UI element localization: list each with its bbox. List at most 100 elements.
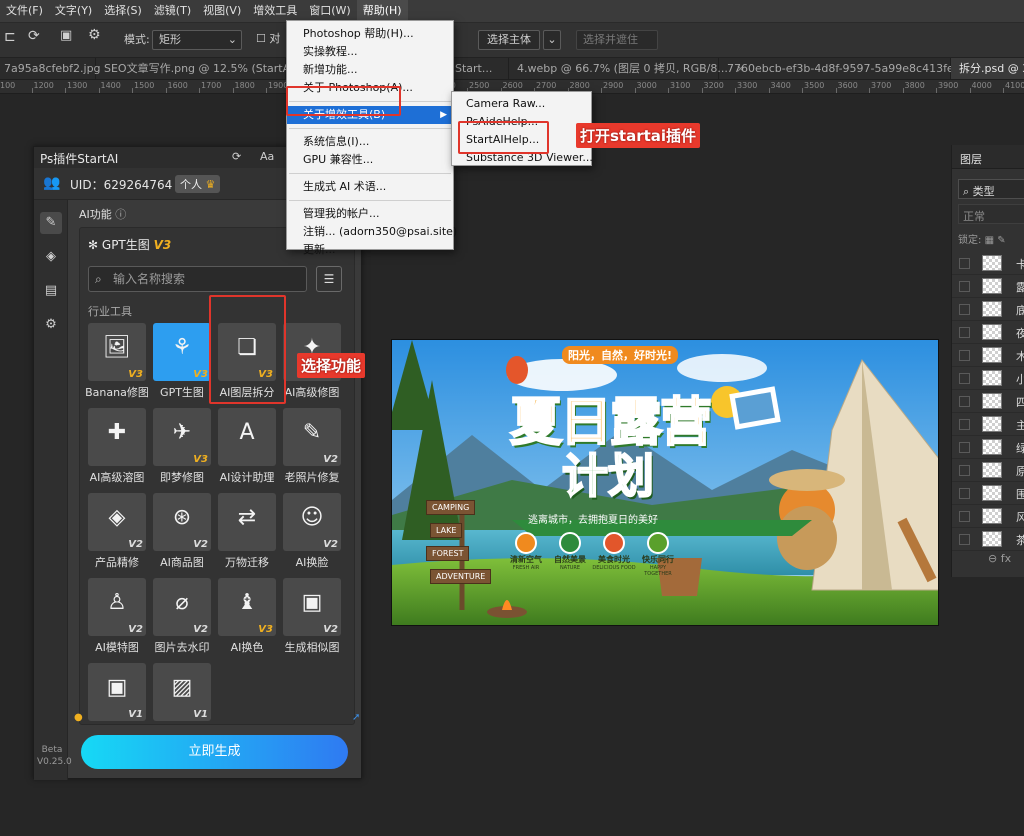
- tool-tile[interactable]: ▣ V2: [283, 578, 341, 636]
- help-menu-item[interactable]: 新增功能...: [287, 61, 453, 79]
- blend-mode-select[interactable]: 正常: [958, 204, 1024, 224]
- visibility-checkbox[interactable]: [959, 258, 970, 269]
- search-input[interactable]: ⌕ 输入名称搜索: [88, 266, 307, 292]
- visibility-checkbox[interactable]: [959, 465, 970, 476]
- tab-document-active[interactable]: 拆分.psd @ 33: [951, 58, 1024, 79]
- tool-item[interactable]: ✚ AI高级溶图: [88, 408, 146, 484]
- select-and-mask-button[interactable]: 选择并遮住 ...: [576, 30, 658, 64]
- layer-row[interactable]: 夜: [952, 321, 1024, 344]
- tool-item[interactable]: ♙ V2 AI模特图: [88, 578, 146, 654]
- submenu-item[interactable]: Camera Raw...: [452, 95, 591, 113]
- align-checkbox[interactable]: ☐ 对: [256, 30, 280, 46]
- tool-item[interactable]: A AI设计助理: [218, 408, 276, 484]
- visibility-checkbox[interactable]: [959, 442, 970, 453]
- visibility-checkbox[interactable]: [959, 396, 970, 407]
- tool-tile[interactable]: ✈ V3: [153, 408, 211, 466]
- menu-help[interactable]: 帮助(H): [356, 0, 408, 22]
- visibility-checkbox[interactable]: [959, 373, 970, 384]
- visibility-checkbox[interactable]: [959, 534, 970, 545]
- chevron-down-icon[interactable]: ⌄: [543, 30, 561, 50]
- tab-document[interactable]: Start...: [447, 58, 509, 79]
- tab-document[interactable]: 7a95a8cfebf2.jpg: [0, 58, 101, 79]
- list-view-button[interactable]: ☰: [316, 266, 342, 292]
- tool-tile[interactable]: ✚: [88, 408, 146, 466]
- visibility-checkbox[interactable]: [959, 511, 970, 522]
- visibility-checkbox[interactable]: [959, 304, 970, 315]
- help-menu-item[interactable]: 更新...: [287, 241, 453, 259]
- tool-item[interactable]: ✈ V3 即梦修图: [153, 408, 211, 484]
- brush-icon[interactable]: ⊏: [4, 29, 16, 45]
- menu-select[interactable]: 选择(S): [98, 0, 148, 22]
- help-menu-item[interactable]: 生成式 AI 术语...: [287, 178, 453, 196]
- tool-item[interactable]: ▨V1抠图去背景: [153, 663, 211, 724]
- refresh-icon[interactable]: ⟳: [232, 150, 241, 163]
- tool-item[interactable]: ♝ V3 AI换色: [218, 578, 276, 654]
- visibility-checkbox[interactable]: [959, 350, 970, 361]
- tool-item[interactable]: ☺ V2 AI换脸: [283, 493, 341, 569]
- tool-item[interactable]: ▣V1生成相似图: [88, 663, 146, 724]
- layer-row[interactable]: 风: [952, 505, 1024, 528]
- help-menu-item[interactable]: Photoshop 帮助(H)...: [287, 25, 453, 43]
- account-type-badge[interactable]: 个人 ♛: [175, 175, 221, 193]
- tool-tile[interactable]: ✎ V2: [283, 408, 341, 466]
- tool-tile[interactable]: ♝ V3: [218, 578, 276, 636]
- help-menu-item[interactable]: 实操教程...: [287, 43, 453, 61]
- tool-tile[interactable]: ⇄: [218, 493, 276, 551]
- lock-pixels-icon[interactable]: ▦: [985, 235, 994, 246]
- layer-row[interactable]: 底: [952, 298, 1024, 321]
- lock-brush-icon[interactable]: ✎: [997, 235, 1005, 246]
- tool-item[interactable]: ⊛ V2 AI商品图: [153, 493, 211, 569]
- layer-row[interactable]: 露: [952, 275, 1024, 298]
- tab-document[interactable]: 7760ebcb-ef3b-4d8f-9597-5a99e8c413fe.png…: [719, 58, 995, 79]
- document-icon[interactable]: ▤: [40, 280, 62, 302]
- layer-row[interactable]: 茶: [952, 528, 1024, 551]
- menu-filter[interactable]: 滤镜(T): [148, 0, 197, 22]
- tool-tile[interactable]: ♙ V2: [88, 578, 146, 636]
- link-icon[interactable]: ⊖: [988, 552, 997, 565]
- fx-icon[interactable]: fx: [1001, 552, 1011, 565]
- menu-view[interactable]: 视图(V): [197, 0, 247, 22]
- info-icon[interactable]: ⓘ: [115, 208, 126, 221]
- grid-icon[interactable]: ▣: [60, 28, 72, 43]
- tool-tile[interactable]: ☺ V2: [283, 493, 341, 551]
- visibility-checkbox[interactable]: [959, 327, 970, 338]
- refresh-icon[interactable]: ⟳: [28, 28, 40, 44]
- layer-row[interactable]: 四: [952, 390, 1024, 413]
- tool-tile[interactable]: ⌀ V2: [153, 578, 211, 636]
- mode-select[interactable]: 矩形 ⌄: [152, 30, 242, 50]
- select-subject-button[interactable]: 选择主体: [478, 30, 540, 50]
- layer-row[interactable]: 原: [952, 459, 1024, 482]
- tool-item[interactable]: ⌀ V2 图片去水印: [153, 578, 211, 654]
- tool-item[interactable]: ✎ V2 老照片修复: [283, 408, 341, 484]
- gear-icon[interactable]: ⚙: [88, 27, 101, 43]
- layer-row[interactable]: 小: [952, 367, 1024, 390]
- tool-tile[interactable]: 🖼 V3: [88, 323, 146, 381]
- tool-item[interactable]: 🖼 V3 Banana修图: [85, 323, 149, 399]
- tool-tile[interactable]: ▣ V1: [88, 663, 146, 721]
- visibility-checkbox[interactable]: [959, 419, 970, 430]
- layers-tab[interactable]: 图层: [952, 145, 1024, 169]
- tab-document[interactable]: 4.webp @ 66.7% (图层 0 拷贝, RGB/8... ×: [509, 58, 745, 79]
- layers-icon[interactable]: ◈: [40, 246, 62, 268]
- tool-tile[interactable]: ⊛ V2: [153, 493, 211, 551]
- layer-row[interactable]: 主: [952, 413, 1024, 436]
- help-menu-item[interactable]: 系统信息(I)...: [287, 133, 453, 151]
- layer-filter-select[interactable]: ⌕ 类型: [958, 179, 1024, 199]
- layer-row[interactable]: 围: [952, 482, 1024, 505]
- help-menu-item[interactable]: 管理我的帐户...: [287, 205, 453, 223]
- layer-row[interactable]: 绿: [952, 436, 1024, 459]
- visibility-checkbox[interactable]: [959, 281, 970, 292]
- layer-row[interactable]: 木: [952, 344, 1024, 367]
- help-menu-item[interactable]: 注销... (adorn350@psai.site): [287, 223, 457, 241]
- generate-button[interactable]: 立即生成: [81, 735, 348, 769]
- pen-icon[interactable]: ✎: [40, 212, 62, 234]
- help-menu-item[interactable]: GPU 兼容性...: [287, 151, 453, 169]
- menu-window[interactable]: 窗口(W): [303, 0, 356, 22]
- tool-item[interactable]: ⇄ 万物迁移: [218, 493, 276, 569]
- gear-icon[interactable]: ⚙: [40, 314, 62, 336]
- tool-item[interactable]: ⚘ V3 GPT生图: [153, 323, 211, 399]
- visibility-checkbox[interactable]: [959, 488, 970, 499]
- tool-item[interactable]: ◈ V2 产品精修: [88, 493, 146, 569]
- font-size-icon[interactable]: Aa: [260, 150, 274, 163]
- menu-plugins[interactable]: 增效工具: [247, 0, 303, 22]
